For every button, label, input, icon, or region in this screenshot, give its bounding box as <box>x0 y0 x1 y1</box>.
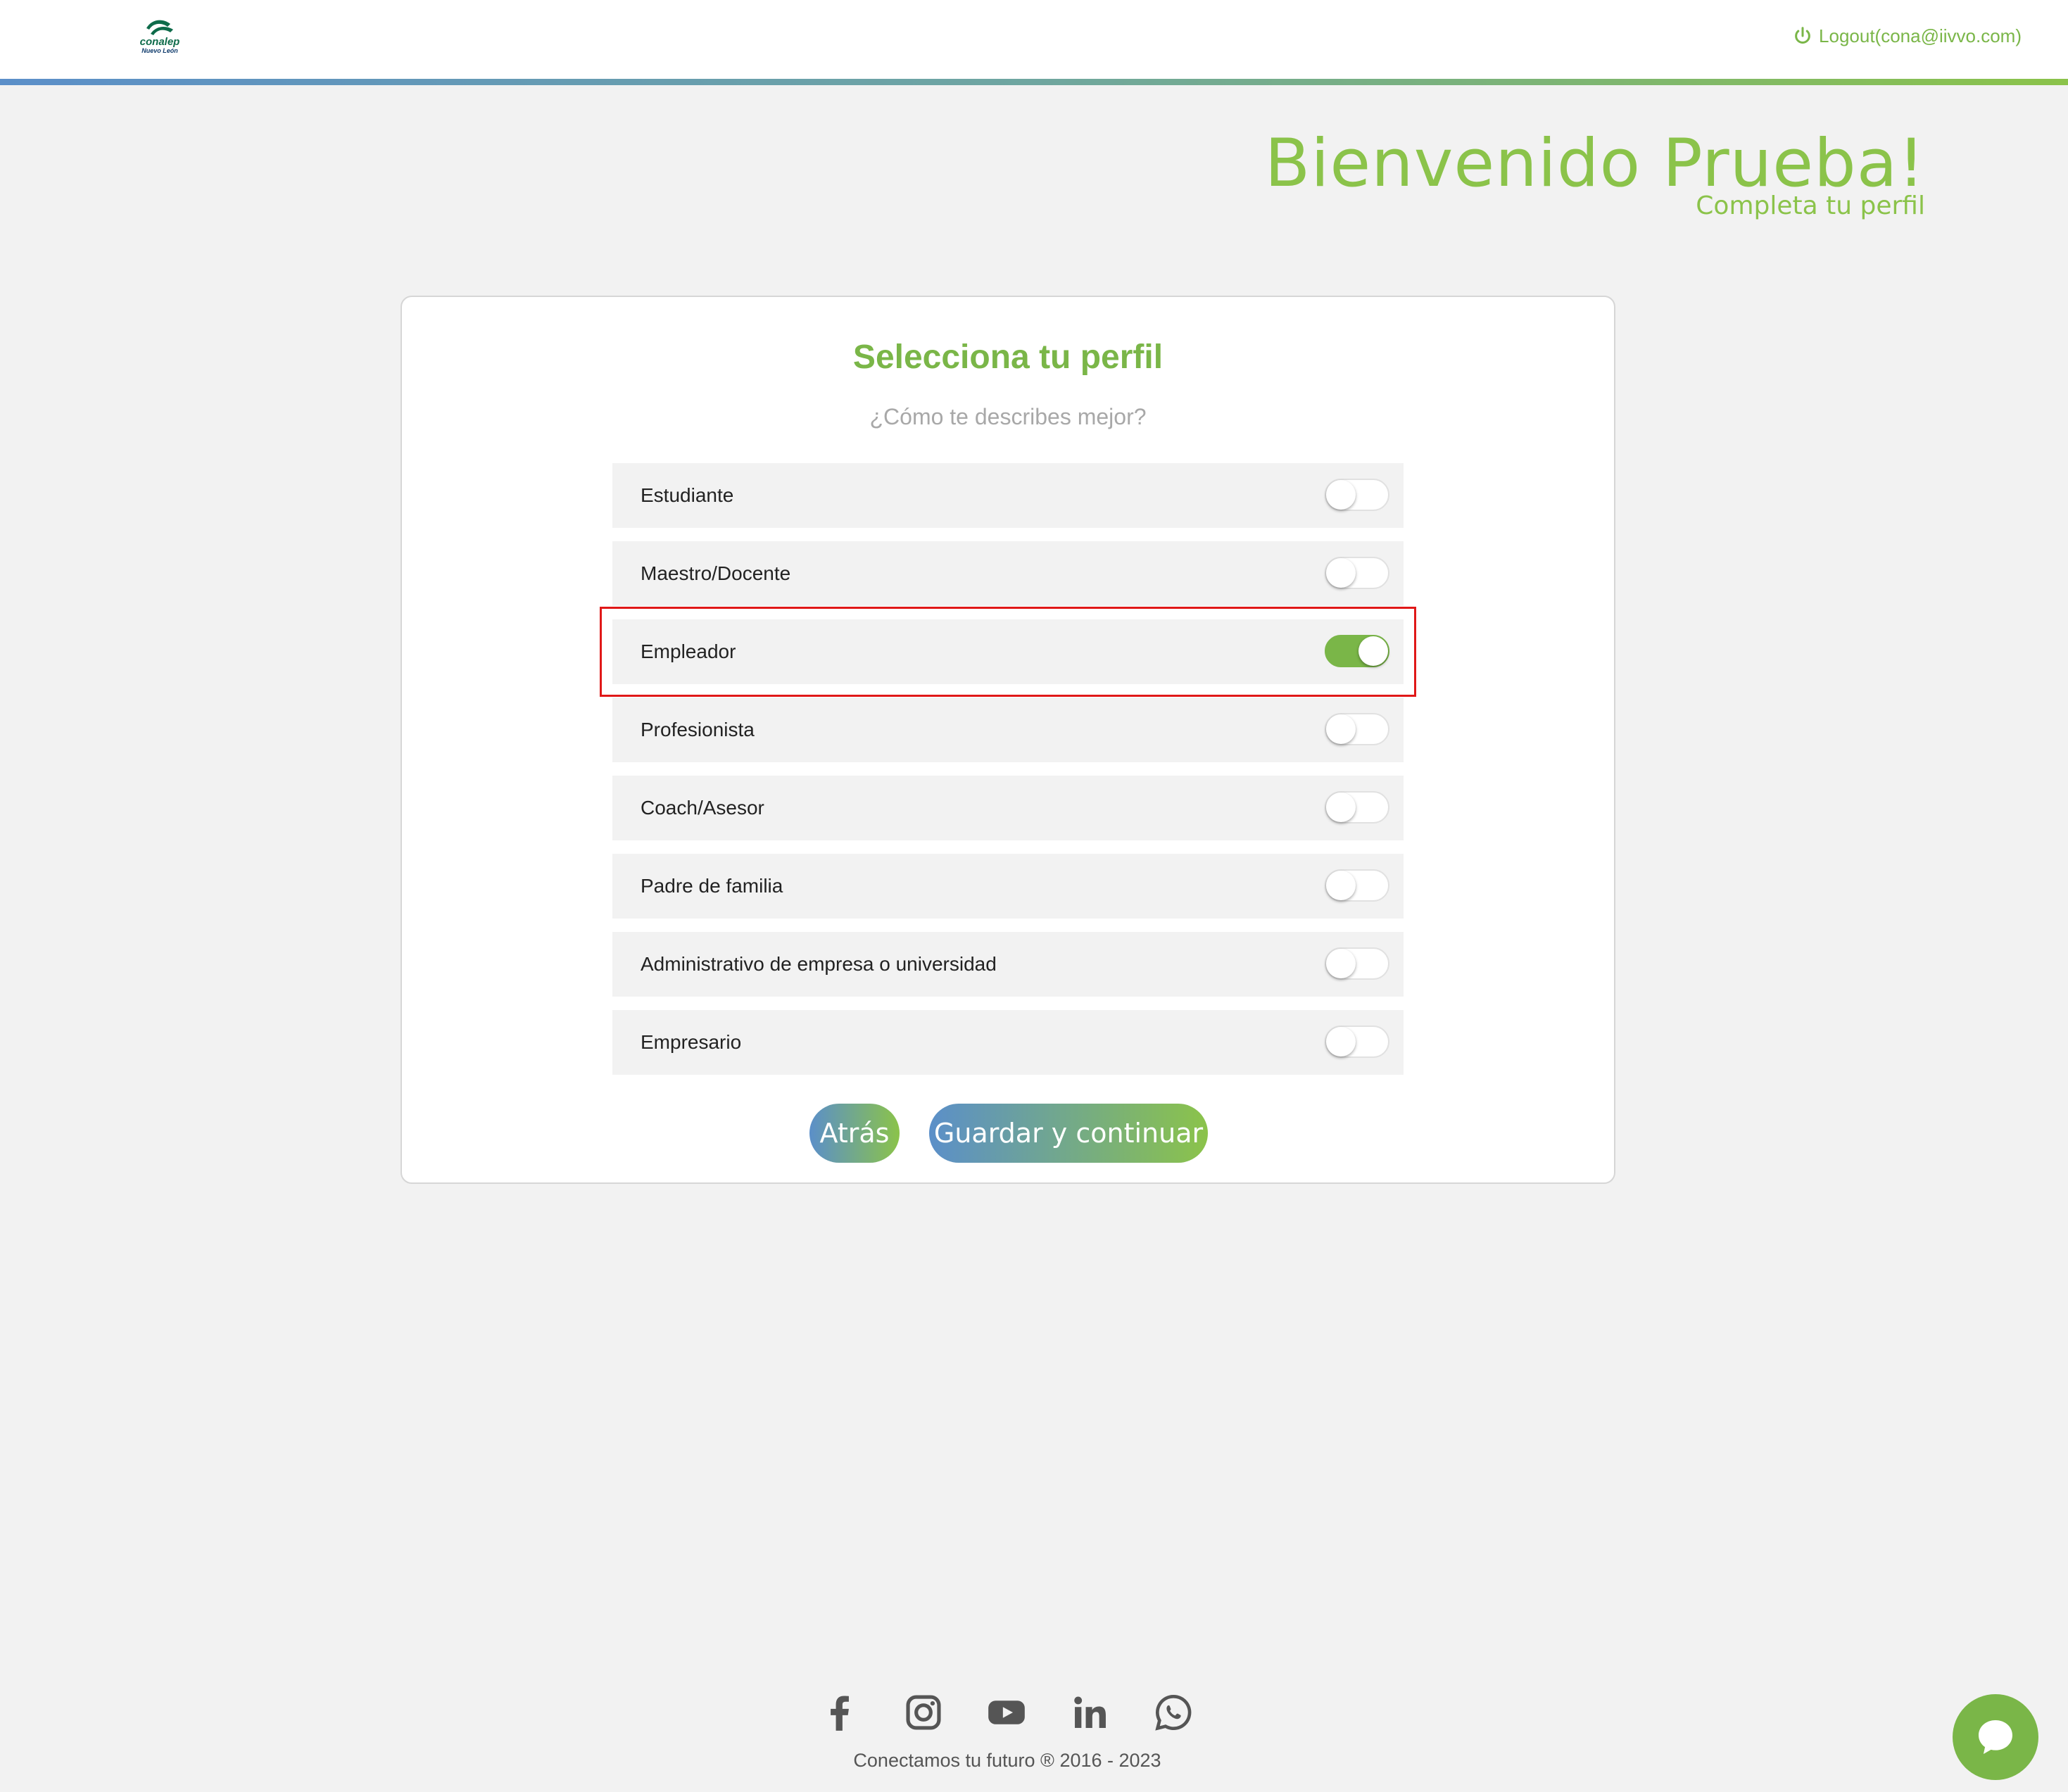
option-label: Coach/Asesor <box>641 797 764 819</box>
logout-label: Logout(cona@iivvo.com) <box>1819 25 2022 46</box>
chat-launcher-button[interactable] <box>1953 1694 2038 1780</box>
option-coach-asesor[interactable]: Coach/Asesor <box>612 776 1404 840</box>
profile-card: Selecciona tu perfil ¿Cómo te describes … <box>401 296 1615 1184</box>
option-label: Empleador <box>641 641 736 662</box>
option-label: Padre de familia <box>641 875 783 897</box>
header-gradient-bar <box>0 79 2068 85</box>
toggle-estudiante[interactable] <box>1325 479 1389 511</box>
save-continue-button[interactable]: Guardar y continuar <box>929 1104 1208 1163</box>
toggle-knob <box>1326 793 1356 822</box>
back-button[interactable]: Atrás <box>809 1104 900 1163</box>
option-label: Administrativo de empresa o universidad <box>641 953 997 975</box>
toggle-knob <box>1358 636 1388 666</box>
instagram-icon[interactable] <box>902 1691 945 1734</box>
toggle-knob <box>1326 1027 1356 1056</box>
whatsapp-icon[interactable] <box>1152 1691 1195 1734</box>
toggle-empresario[interactable] <box>1325 1026 1389 1058</box>
option-administrativo[interactable]: Administrativo de empresa o universidad <box>612 932 1404 997</box>
toggle-coach-asesor[interactable] <box>1325 791 1389 824</box>
card-question: ¿Cómo te describes mejor? <box>869 404 1147 429</box>
footer-copyright: Conectamos tu futuro ® 2016 - 2023 <box>853 1750 1161 1771</box>
toggle-profesionista[interactable] <box>1325 713 1389 745</box>
option-maestro-docente[interactable]: Maestro/Docente <box>612 541 1404 606</box>
facebook-icon[interactable] <box>818 1691 862 1734</box>
welcome-subtitle: Completa tu perfil <box>1696 191 1925 220</box>
toggle-padre-de-familia[interactable] <box>1325 869 1389 902</box>
option-label: Estudiante <box>641 484 734 506</box>
option-label: Maestro/Docente <box>641 562 791 584</box>
option-empleador[interactable]: Empleador <box>600 607 1416 697</box>
option-padre-de-familia[interactable]: Padre de familia <box>612 854 1404 919</box>
toggle-knob <box>1326 714 1356 744</box>
logout-link[interactable]: Logout(cona@iivvo.com) <box>1792 24 2022 48</box>
logo-brand-text: conalep <box>139 36 180 48</box>
linkedin-icon[interactable] <box>1068 1691 1112 1734</box>
chat-icon <box>1979 1720 2012 1754</box>
option-estudiante[interactable]: Estudiante <box>612 463 1404 528</box>
profile-options-list: Estudiante Maestro/Docente Empleador Pro… <box>600 463 1416 1088</box>
top-header: conalep Nuevo León Logout(cona@iivvo.com… <box>0 0 2068 79</box>
toggle-knob <box>1326 949 1356 978</box>
youtube-icon[interactable] <box>985 1691 1028 1734</box>
toggle-empleador[interactable] <box>1325 635 1389 667</box>
toggle-maestro-docente[interactable] <box>1325 557 1389 589</box>
toggle-knob <box>1326 558 1356 588</box>
social-links <box>818 1691 1195 1734</box>
option-profesionista[interactable]: Profesionista <box>612 698 1404 762</box>
option-label: Empresario <box>641 1031 742 1053</box>
toggle-knob <box>1326 871 1356 900</box>
logo-sub-text: Nuevo León <box>141 47 178 54</box>
logo-mark-icon <box>146 20 173 35</box>
power-icon <box>1795 27 1810 44</box>
welcome-title: Bienvenido Prueba! <box>1264 125 1925 202</box>
option-label: Profesionista <box>641 719 755 740</box>
toggle-knob <box>1326 480 1356 510</box>
card-title: Selecciona tu perfil <box>852 339 1164 376</box>
conalep-logo[interactable]: conalep Nuevo León <box>135 15 184 55</box>
toggle-administrativo[interactable] <box>1325 947 1389 980</box>
option-empresario[interactable]: Empresario <box>612 1010 1404 1075</box>
